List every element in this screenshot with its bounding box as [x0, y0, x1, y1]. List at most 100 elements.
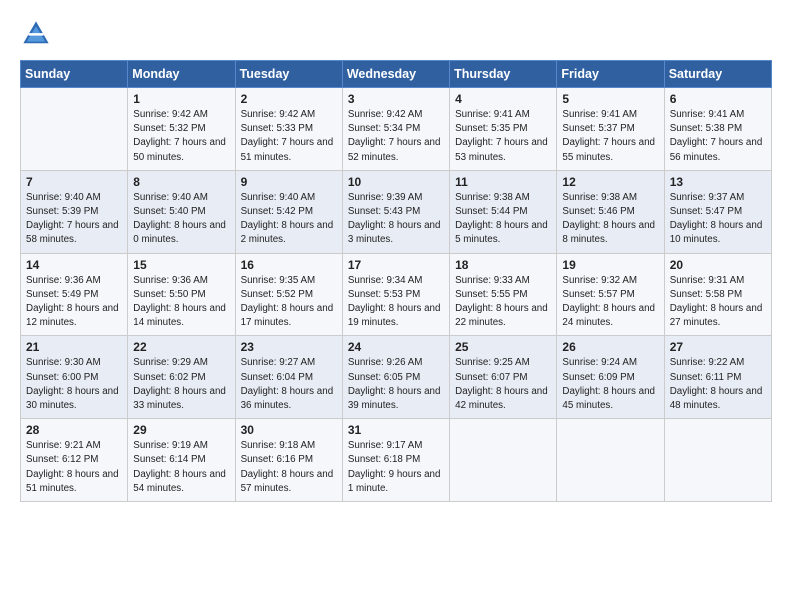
- day-number: 2: [241, 92, 337, 106]
- day-number: 31: [348, 423, 444, 437]
- calendar-cell: [664, 419, 771, 502]
- calendar-cell: 20 Sunrise: 9:31 AMSunset: 5:58 PMDayligh…: [664, 253, 771, 336]
- calendar-week-3: 14 Sunrise: 9:36 AMSunset: 5:49 PMDayligh…: [21, 253, 772, 336]
- calendar-cell: 4 Sunrise: 9:41 AMSunset: 5:35 PMDaylight…: [450, 88, 557, 171]
- day-info: Sunrise: 9:42 AMSunset: 5:32 PMDaylight:…: [133, 108, 229, 165]
- day-info: Sunrise: 9:40 AMSunset: 5:40 PMDaylight:…: [133, 191, 229, 248]
- calendar-cell: 1 Sunrise: 9:42 AMSunset: 5:32 PMDaylight…: [128, 88, 235, 171]
- day-info: Sunrise: 9:40 AMSunset: 5:39 PMDaylight:…: [26, 191, 122, 248]
- day-number: 12: [562, 175, 658, 189]
- day-number: 4: [455, 92, 551, 106]
- day-number: 18: [455, 258, 551, 272]
- day-info: Sunrise: 9:22 AMSunset: 6:11 PMDaylight:…: [670, 356, 766, 413]
- day-number: 6: [670, 92, 766, 106]
- day-number: 24: [348, 340, 444, 354]
- day-info: Sunrise: 9:26 AMSunset: 6:05 PMDaylight:…: [348, 356, 444, 413]
- day-number: 1: [133, 92, 229, 106]
- calendar-cell: [450, 419, 557, 502]
- day-info: Sunrise: 9:38 AMSunset: 5:44 PMDaylight:…: [455, 191, 551, 248]
- calendar-cell: 10 Sunrise: 9:39 AMSunset: 5:43 PMDayligh…: [342, 170, 449, 253]
- calendar-cell: [557, 419, 664, 502]
- day-info: Sunrise: 9:36 AMSunset: 5:50 PMDaylight:…: [133, 274, 229, 331]
- day-number: 26: [562, 340, 658, 354]
- day-number: 25: [455, 340, 551, 354]
- day-number: 28: [26, 423, 122, 437]
- day-info: Sunrise: 9:25 AMSunset: 6:07 PMDaylight:…: [455, 356, 551, 413]
- weekday-header-friday: Friday: [557, 61, 664, 88]
- calendar-week-2: 7Sunrise: 9:40 AMSunset: 5:39 PMDaylight…: [21, 170, 772, 253]
- calendar-week-5: 28 Sunrise: 9:21 AMSunset: 6:12 PMDayligh…: [21, 419, 772, 502]
- day-number: 3: [348, 92, 444, 106]
- calendar-cell: 28 Sunrise: 9:21 AMSunset: 6:12 PMDayligh…: [21, 419, 128, 502]
- calendar-cell: 3 Sunrise: 9:42 AMSunset: 5:34 PMDaylight…: [342, 88, 449, 171]
- calendar-cell: 19 Sunrise: 9:32 AMSunset: 5:57 PMDayligh…: [557, 253, 664, 336]
- weekday-header-row: SundayMondayTuesdayWednesdayThursdayFrid…: [21, 61, 772, 88]
- day-info: Sunrise: 9:41 AMSunset: 5:35 PMDaylight:…: [455, 108, 551, 165]
- calendar-cell: 24 Sunrise: 9:26 AMSunset: 6:05 PMDayligh…: [342, 336, 449, 419]
- day-info: Sunrise: 9:41 AMSunset: 5:38 PMDaylight:…: [670, 108, 766, 165]
- calendar-cell: 8 Sunrise: 9:40 AMSunset: 5:40 PMDaylight…: [128, 170, 235, 253]
- day-number: 22: [133, 340, 229, 354]
- day-number: 29: [133, 423, 229, 437]
- calendar-cell: [21, 88, 128, 171]
- weekday-header-wednesday: Wednesday: [342, 61, 449, 88]
- day-number: 20: [670, 258, 766, 272]
- day-info: Sunrise: 9:33 AMSunset: 5:55 PMDaylight:…: [455, 274, 551, 331]
- day-number: 14: [26, 258, 122, 272]
- calendar-cell: 30 Sunrise: 9:18 AMSunset: 6:16 PMDayligh…: [235, 419, 342, 502]
- calendar-cell: 11 Sunrise: 9:38 AMSunset: 5:44 PMDayligh…: [450, 170, 557, 253]
- calendar-cell: 31 Sunrise: 9:17 AMSunset: 6:18 PMDayligh…: [342, 419, 449, 502]
- day-info: Sunrise: 9:31 AMSunset: 5:58 PMDaylight:…: [670, 274, 766, 331]
- calendar-cell: 16Sunrise: 9:35 AMSunset: 5:52 PMDayligh…: [235, 253, 342, 336]
- day-number: 5: [562, 92, 658, 106]
- day-number: 23: [241, 340, 337, 354]
- calendar-cell: 12 Sunrise: 9:38 AMSunset: 5:46 PMDayligh…: [557, 170, 664, 253]
- day-number: 15: [133, 258, 229, 272]
- day-info: Sunrise: 9:32 AMSunset: 5:57 PMDaylight:…: [562, 274, 658, 331]
- calendar-table: SundayMondayTuesdayWednesdayThursdayFrid…: [20, 60, 772, 502]
- day-info: Sunrise: 9:38 AMSunset: 5:46 PMDaylight:…: [562, 191, 658, 248]
- day-info: Sunrise: 9:30 AMSunset: 6:00 PMDaylight:…: [26, 356, 122, 413]
- day-number: 27: [670, 340, 766, 354]
- day-number: 19: [562, 258, 658, 272]
- day-info: Sunrise: 9:36 AMSunset: 5:49 PMDaylight:…: [26, 274, 122, 331]
- day-info: Sunrise: 9:42 AMSunset: 5:33 PMDaylight:…: [241, 108, 337, 165]
- page: SundayMondayTuesdayWednesdayThursdayFrid…: [0, 0, 792, 612]
- day-number: 17: [348, 258, 444, 272]
- day-info: Sunrise: 9:39 AMSunset: 5:43 PMDaylight:…: [348, 191, 444, 248]
- calendar-cell: 22 Sunrise: 9:29 AMSunset: 6:02 PMDayligh…: [128, 336, 235, 419]
- day-info: Sunrise: 9:34 AMSunset: 5:53 PMDaylight:…: [348, 274, 444, 331]
- calendar-cell: 14 Sunrise: 9:36 AMSunset: 5:49 PMDayligh…: [21, 253, 128, 336]
- day-info: Sunrise: 9:21 AMSunset: 6:12 PMDaylight:…: [26, 439, 122, 496]
- logo: [20, 18, 56, 50]
- day-number: 13: [670, 175, 766, 189]
- day-number: 11: [455, 175, 551, 189]
- day-info: Sunrise: 9:41 AMSunset: 5:37 PMDaylight:…: [562, 108, 658, 165]
- calendar-cell: 9Sunrise: 9:40 AMSunset: 5:42 PMDaylight…: [235, 170, 342, 253]
- calendar-cell: 21 Sunrise: 9:30 AMSunset: 6:00 PMDayligh…: [21, 336, 128, 419]
- calendar-cell: 6 Sunrise: 9:41 AMSunset: 5:38 PMDaylight…: [664, 88, 771, 171]
- day-info: Sunrise: 9:42 AMSunset: 5:34 PMDaylight:…: [348, 108, 444, 165]
- calendar-week-1: 1 Sunrise: 9:42 AMSunset: 5:32 PMDaylight…: [21, 88, 772, 171]
- calendar-week-4: 21 Sunrise: 9:30 AMSunset: 6:00 PMDayligh…: [21, 336, 772, 419]
- calendar-cell: 25 Sunrise: 9:25 AMSunset: 6:07 PMDayligh…: [450, 336, 557, 419]
- weekday-header-thursday: Thursday: [450, 61, 557, 88]
- calendar-cell: 29Sunrise: 9:19 AMSunset: 6:14 PMDayligh…: [128, 419, 235, 502]
- day-info: Sunrise: 9:37 AMSunset: 5:47 PMDaylight:…: [670, 191, 766, 248]
- calendar-cell: 27 Sunrise: 9:22 AMSunset: 6:11 PMDayligh…: [664, 336, 771, 419]
- header: [20, 18, 772, 50]
- calendar-cell: 2 Sunrise: 9:42 AMSunset: 5:33 PMDaylight…: [235, 88, 342, 171]
- weekday-header-monday: Monday: [128, 61, 235, 88]
- weekday-header-saturday: Saturday: [664, 61, 771, 88]
- calendar-cell: 7Sunrise: 9:40 AMSunset: 5:39 PMDaylight…: [21, 170, 128, 253]
- day-number: 21: [26, 340, 122, 354]
- day-number: 30: [241, 423, 337, 437]
- day-number: 10: [348, 175, 444, 189]
- weekday-header-tuesday: Tuesday: [235, 61, 342, 88]
- day-info: Sunrise: 9:24 AMSunset: 6:09 PMDaylight:…: [562, 356, 658, 413]
- day-info: Sunrise: 9:29 AMSunset: 6:02 PMDaylight:…: [133, 356, 229, 413]
- day-number: 8: [133, 175, 229, 189]
- calendar-cell: 18 Sunrise: 9:33 AMSunset: 5:55 PMDayligh…: [450, 253, 557, 336]
- day-info: Sunrise: 9:18 AMSunset: 6:16 PMDaylight:…: [241, 439, 337, 496]
- day-info: Sunrise: 9:17 AMSunset: 6:18 PMDaylight:…: [348, 439, 444, 496]
